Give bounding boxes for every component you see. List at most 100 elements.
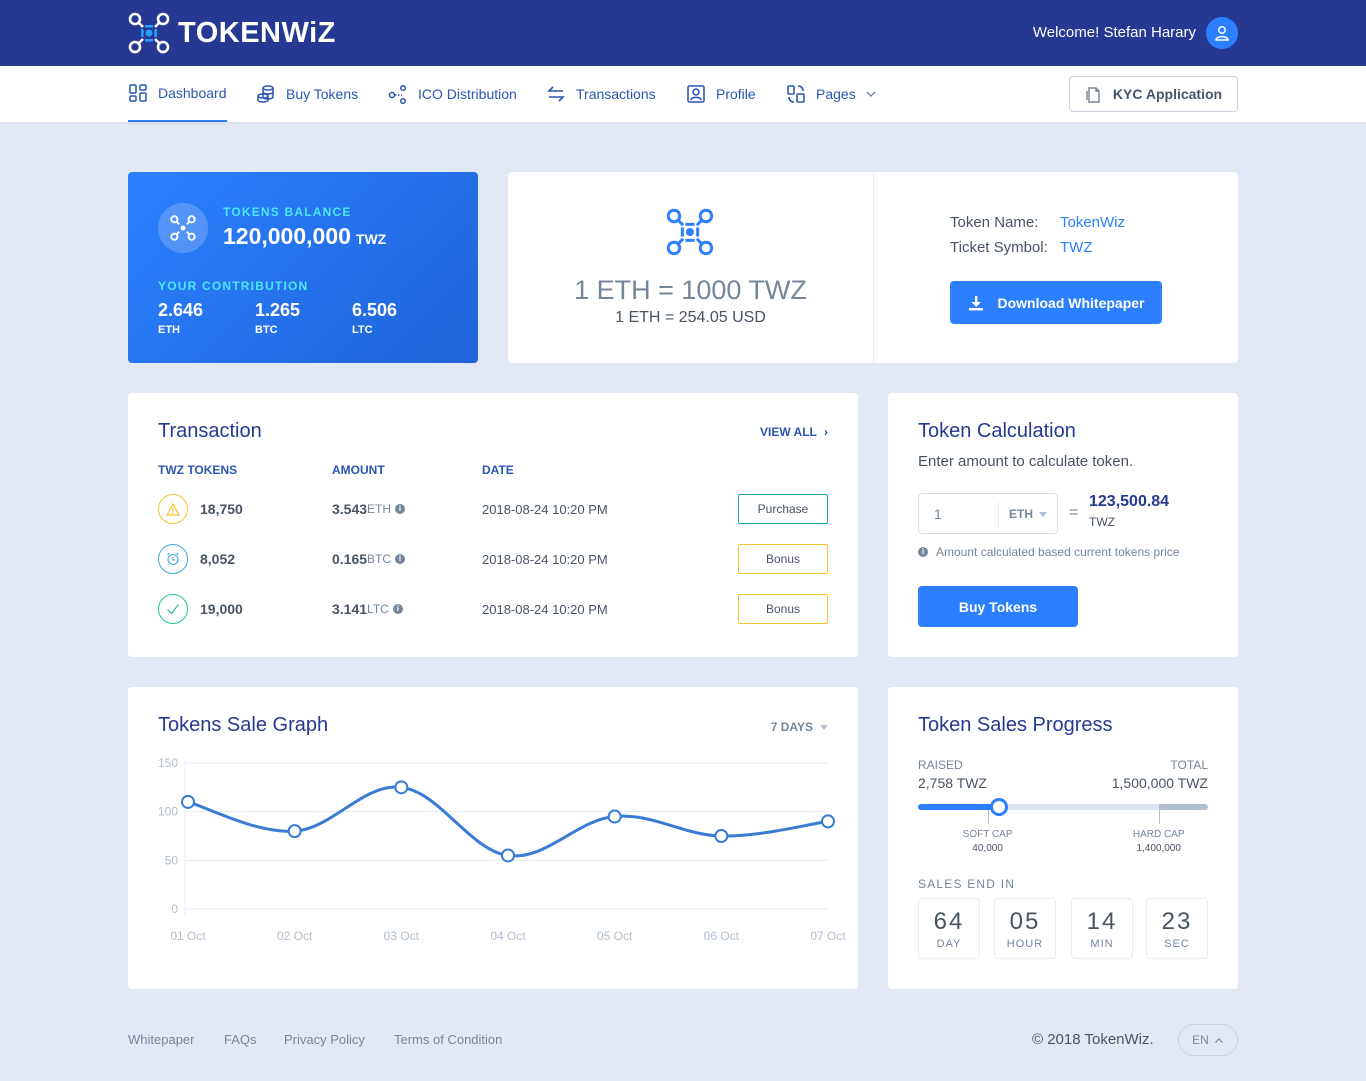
footer-link-privacy-policy[interactable]: Privacy Policy bbox=[284, 1032, 365, 1047]
token-calculation-card: Token Calculation Enter amount to calcul… bbox=[888, 393, 1238, 657]
view-all-label: VIEW ALL bbox=[759, 425, 817, 439]
contribution-eth: 2.646 ETH bbox=[158, 300, 203, 336]
chevron-up-icon bbox=[1214, 1037, 1223, 1043]
x-tick-label: 02 Oct bbox=[277, 929, 313, 943]
data-point bbox=[394, 780, 409, 795]
transaction-type-button[interactable]: Purchase bbox=[738, 494, 828, 524]
countdown-days: 64 DAY bbox=[918, 898, 980, 959]
download-whitepaper-button[interactable]: Download Whitepaper bbox=[950, 281, 1162, 324]
transaction-row[interactable]: 8,052 0.165 BTC i 2018-08-24 10:20 PM Bonu… bbox=[158, 543, 828, 575]
alarm-clock-icon bbox=[167, 552, 179, 566]
transaction-tokens: 8,052 bbox=[200, 551, 236, 567]
progress-knob[interactable] bbox=[990, 798, 1009, 816]
token-name-value: TokenWiz bbox=[1060, 214, 1126, 231]
token-calculation-title: Token Calculation bbox=[918, 420, 1076, 442]
column-header-date: DATE bbox=[482, 463, 514, 477]
column-header-amount: AMOUNT bbox=[332, 463, 385, 477]
nav-dashboard[interactable]: Dashboard bbox=[128, 66, 227, 122]
raised-value: 2,758 TWZ bbox=[918, 775, 987, 791]
nav-profile-label: Profile bbox=[716, 86, 756, 102]
kyc-application-label: KYC Application bbox=[1112, 86, 1223, 102]
data-point bbox=[287, 824, 302, 839]
token-icon bbox=[170, 215, 196, 241]
transaction-date: 2018-08-24 10:20 PM bbox=[482, 602, 608, 617]
eth-usd-rate: 1 ETH = 254.05 USD bbox=[615, 309, 766, 326]
info-icon: i bbox=[918, 547, 928, 557]
info-icon[interactable]: i bbox=[395, 504, 406, 514]
calculated-unit: TWZ bbox=[1089, 515, 1115, 529]
y-tick-label: 0 bbox=[171, 902, 178, 916]
top-bar: TOKENWiZ Welcome! Stefan Harary bbox=[0, 0, 1366, 66]
kyc-application-button[interactable]: KYC Application bbox=[1069, 76, 1238, 112]
ticket-symbol-row: Ticket Symbol: TWZ bbox=[950, 239, 1092, 256]
footer-link-faqs[interactable]: FAQs bbox=[224, 1032, 257, 1047]
countdown-seconds: 23 SEC bbox=[1146, 898, 1208, 959]
countdown-unit: SEC bbox=[1164, 938, 1190, 950]
pages-icon bbox=[787, 85, 805, 103]
balance-amount: 120,000,000 bbox=[223, 223, 351, 249]
nav-buy-tokens[interactable]: Buy Tokens bbox=[256, 66, 358, 122]
contribution-currency: BTC bbox=[255, 324, 278, 336]
status-badge bbox=[158, 494, 188, 524]
transaction-row[interactable]: 18,750 3.543 ETH i 2018-08-24 10:20 PM Pur… bbox=[158, 493, 828, 525]
countdown-minutes: 14 MIN bbox=[1071, 898, 1133, 959]
token-badge bbox=[158, 203, 208, 253]
x-tick-label: 01 Oct bbox=[170, 929, 206, 943]
view-all-link[interactable]: VIEW ALL › bbox=[760, 425, 828, 439]
brand-name: TOKENWiZ bbox=[178, 16, 336, 49]
token-sales-progress-card: Token Sales Progress RAISED 2,758 TWZ TO… bbox=[888, 687, 1238, 989]
transaction-type-button[interactable]: Bonus bbox=[738, 594, 828, 624]
y-tick-label: 50 bbox=[165, 853, 179, 867]
soft-cap-marker bbox=[987, 810, 989, 824]
amount-input[interactable]: 1 bbox=[934, 506, 942, 522]
contribution-currency: ETH bbox=[158, 324, 180, 336]
info-icon[interactable]: i bbox=[395, 554, 406, 564]
info-icon[interactable]: i bbox=[392, 604, 403, 614]
copyright: © 2018 TokenWiz. bbox=[1032, 1031, 1154, 1048]
nav-ico-distribution[interactable]: ICO Distribution bbox=[388, 66, 517, 122]
transaction-row[interactable]: 19,000 3.141 LTC i 2018-08-24 10:20 PM Bon… bbox=[158, 593, 828, 625]
main-nav: Dashboard Buy Tokens ICO Distribution Tr… bbox=[0, 66, 1366, 122]
language-selector[interactable]: EN bbox=[1178, 1024, 1238, 1056]
logo[interactable]: TOKENWiZ bbox=[128, 12, 336, 54]
status-badge bbox=[158, 594, 188, 624]
footer-link-terms[interactable]: Terms of Condition bbox=[394, 1032, 502, 1047]
nav-profile[interactable]: Profile bbox=[686, 66, 756, 122]
buy-tokens-button[interactable]: Buy Tokens bbox=[918, 586, 1078, 627]
y-tick-label: 150 bbox=[158, 756, 178, 770]
countdown-value: 23 bbox=[1161, 908, 1193, 935]
status-badge bbox=[158, 544, 188, 574]
nav-pages[interactable]: Pages bbox=[786, 66, 877, 122]
caret-down-icon bbox=[1039, 512, 1047, 517]
nav-transactions[interactable]: Transactions bbox=[546, 66, 656, 122]
transaction-date: 2018-08-24 10:20 PM bbox=[482, 502, 608, 517]
token-balance-card: TOKENS BALANCE 120,000,000 TWZ YOUR CONTR… bbox=[128, 172, 478, 363]
currency-select[interactable]: ETH bbox=[1009, 507, 1033, 521]
hard-cap-segment bbox=[1158, 804, 1208, 810]
check-icon bbox=[167, 604, 179, 615]
divider bbox=[998, 502, 999, 527]
amount-value: 3.141 bbox=[332, 601, 368, 617]
data-point bbox=[714, 829, 729, 843]
countdown-value: 05 bbox=[1009, 908, 1041, 935]
rate-token-icon-wrap bbox=[666, 208, 714, 261]
calculation-note: i Amount calculated based current tokens … bbox=[918, 545, 1179, 559]
amount-input-group: 1 ETH bbox=[918, 493, 1058, 534]
footer-link-whitepaper[interactable]: Whitepaper bbox=[128, 1032, 194, 1047]
user-avatar-button[interactable] bbox=[1206, 17, 1238, 49]
transaction-type-button[interactable]: Bonus bbox=[738, 544, 828, 574]
countdown-value: 64 bbox=[933, 908, 965, 935]
x-tick-label: 03 Oct bbox=[384, 929, 420, 943]
countdown-unit: DAY bbox=[936, 938, 962, 950]
contribution-btc: 1.265 BTC bbox=[255, 300, 300, 336]
warning-icon bbox=[166, 502, 180, 516]
calculated-tokens: 123,500.84 bbox=[1089, 493, 1170, 510]
transaction-amount: 0.165 BTC i bbox=[332, 551, 406, 567]
x-tick-label: 05 Oct bbox=[597, 929, 633, 943]
transaction-amount: 3.543 ETH i bbox=[332, 501, 406, 517]
nav-pages-label: Pages bbox=[816, 86, 856, 102]
countdown-unit: MIN bbox=[1090, 938, 1114, 950]
x-tick-label: 06 Oct bbox=[704, 929, 740, 943]
contribution-ltc: 6.506 LTC bbox=[352, 300, 397, 336]
ticket-symbol-label: Ticket Symbol: bbox=[950, 239, 1048, 256]
